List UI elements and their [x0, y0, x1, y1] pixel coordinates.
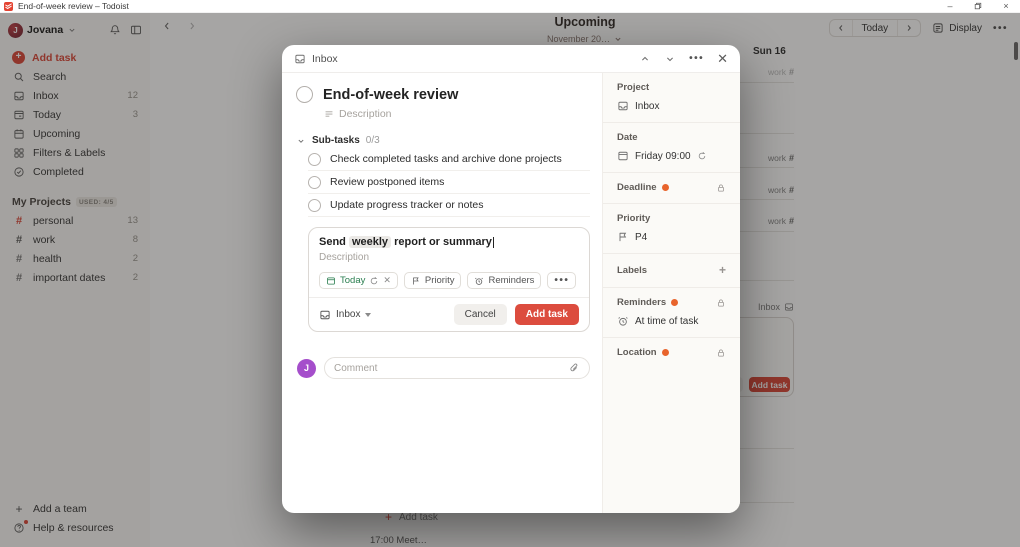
paperclip-icon[interactable]	[568, 362, 580, 374]
calendar-icon	[327, 276, 335, 285]
task-checkbox[interactable]	[296, 86, 313, 103]
lock-icon	[718, 299, 724, 306]
text-cursor	[492, 236, 494, 248]
project-section[interactable]: Project Inbox	[603, 73, 740, 123]
add-task-button[interactable]: Add task	[514, 304, 579, 325]
priority-chip[interactable]: Priority	[403, 272, 462, 289]
date-section[interactable]: Date Friday 09:00	[603, 123, 740, 173]
window-title: End-of-week review – Todoist	[18, 1, 129, 11]
chevron-down-icon[interactable]	[664, 53, 676, 65]
subtasks-count: 0/3	[365, 135, 380, 146]
labels-section[interactable]: Labels +	[603, 254, 740, 288]
add-label-icon[interactable]: +	[719, 263, 726, 277]
app-window: End-of-week review – Todoist – × J Jovan…	[0, 0, 1020, 547]
subtask-checkbox[interactable]	[308, 198, 321, 212]
task-title[interactable]: End-of-week review	[323, 87, 458, 103]
task-attributes-panel: Project Inbox Date Friday 09:00 Deadline…	[602, 73, 740, 513]
reminders-chip[interactable]: Reminders	[467, 272, 542, 289]
flag-icon	[619, 232, 627, 242]
more-options-chip[interactable]: •••	[547, 272, 577, 289]
restore-icon[interactable]	[964, 0, 992, 12]
lock-icon	[718, 349, 724, 356]
project-selector[interactable]: Inbox	[319, 309, 372, 321]
pro-badge-icon	[661, 349, 669, 356]
inbox-icon	[295, 54, 305, 63]
close-icon[interactable]: ✕	[717, 51, 728, 67]
pro-badge-icon	[661, 184, 669, 191]
more-actions-icon[interactable]: •••	[689, 53, 704, 64]
cancel-button[interactable]: Cancel	[453, 304, 507, 325]
clear-date-icon[interactable]: ✕	[383, 275, 391, 286]
task-name-input[interactable]: Send weekly report or summary	[319, 236, 579, 248]
os-titlebar: End-of-week review – Todoist – ×	[0, 0, 1020, 13]
minimize-icon[interactable]: –	[936, 0, 964, 12]
close-window-icon[interactable]: ×	[992, 0, 1020, 12]
calendar-icon	[618, 151, 628, 161]
subtask-checkbox[interactable]	[308, 175, 321, 189]
inbox-icon	[618, 101, 628, 111]
reminders-section[interactable]: Reminders At time of task	[603, 288, 740, 338]
todoist-logo-icon	[4, 1, 13, 11]
priority-section[interactable]: Priority P4	[603, 204, 740, 254]
comment-avatar: J	[297, 358, 316, 378]
due-date-chip[interactable]: Today ✕	[319, 272, 398, 289]
comment-input[interactable]	[334, 362, 562, 374]
modal-breadcrumb[interactable]: Inbox	[294, 53, 338, 65]
chevron-down-icon	[365, 312, 372, 317]
date-keyword-highlight: weekly	[348, 236, 392, 248]
recurring-icon	[371, 276, 378, 284]
subtask-row[interactable]: Update progress tracker or notes	[308, 194, 590, 217]
description-input[interactable]: Description	[319, 252, 579, 263]
inbox-icon	[320, 310, 330, 319]
add-subtask-editor[interactable]: Send weekly report or summary Descriptio…	[308, 227, 590, 332]
alarm-clock-icon	[618, 317, 628, 326]
pro-badge-icon	[671, 299, 679, 306]
comment-input-wrap	[324, 357, 590, 379]
chevron-down-icon	[298, 139, 304, 143]
subtask-row[interactable]: Check completed tasks and archive done p…	[308, 148, 590, 171]
description-field[interactable]: Description	[324, 108, 590, 120]
subtask-checkbox[interactable]	[308, 152, 321, 166]
subtask-row[interactable]: Review postponed items	[308, 171, 590, 194]
window-controls: – ×	[936, 0, 1020, 12]
recurring-icon	[698, 152, 705, 160]
description-icon	[325, 111, 333, 117]
chevron-up-icon[interactable]	[639, 53, 651, 65]
deadline-section[interactable]: Deadline	[603, 173, 740, 204]
alarm-clock-icon	[475, 277, 484, 285]
flag-icon	[413, 276, 419, 284]
lock-icon	[718, 184, 724, 191]
subtasks-header[interactable]: Sub-tasks 0/3	[296, 135, 590, 146]
task-detail-modal: Inbox ••• ✕ End-of-week review Descripti…	[282, 45, 740, 513]
location-section[interactable]: Location	[603, 338, 740, 368]
